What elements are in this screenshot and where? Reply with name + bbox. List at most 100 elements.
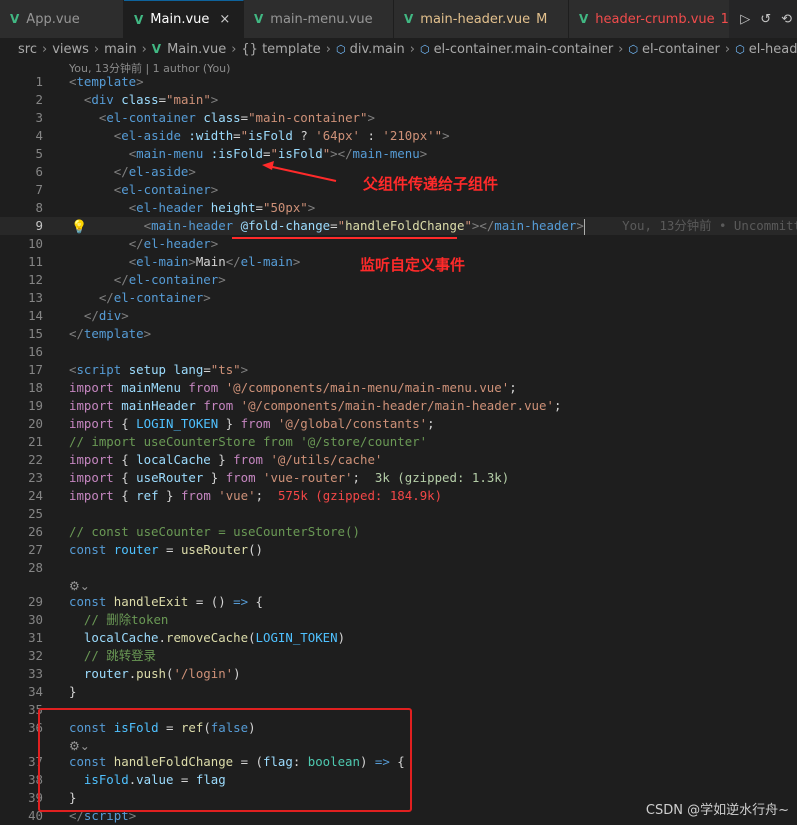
code-text[interactable]: <template> <box>69 73 144 91</box>
breadcrumb-item[interactable]: el-container.main-container <box>434 42 614 57</box>
breadcrumb-item[interactable]: views <box>52 42 89 57</box>
code-line[interactable]: 29 const handleExit = () => { <box>0 593 797 611</box>
element-icon: ⬡ <box>628 42 638 56</box>
tab-header-crumb-vue[interactable]: Vheader-crumb.vue 1, <box>569 0 739 38</box>
code-text[interactable]: </el-aside> <box>69 163 196 181</box>
breadcrumb-item[interactable]: {} template <box>241 42 320 57</box>
code-line[interactable]: 24 import { ref } from 'vue'; 575k (gzipp… <box>0 487 797 505</box>
code-line[interactable]: 18 import mainMenu from '@/components/mai… <box>0 379 797 397</box>
code-text[interactable]: <el-container> <box>69 181 218 199</box>
element-icon: ⬡ <box>735 42 745 56</box>
code-line[interactable]: 15 </template> <box>0 325 797 343</box>
vue-file-icon: V <box>404 12 414 26</box>
line-number: 24 <box>28 488 43 503</box>
code-line[interactable]: 4 <el-aside :width="isFold ? '64px' : '2… <box>0 127 797 145</box>
code-line[interactable]: 21 // import useCounterStore from '@/stor… <box>0 433 797 451</box>
code-text[interactable]: import { localCache } from '@/utils/cach… <box>69 451 382 469</box>
code-line[interactable]: 13 </el-container> <box>0 289 797 307</box>
code-text[interactable]: // import useCounterStore from '@/store/… <box>69 433 427 451</box>
code-line[interactable]: 16 <box>0 343 797 361</box>
code-text[interactable]: <main-header @fold-change="handleFoldCha… <box>69 217 797 235</box>
code-text[interactable]: </el-header> <box>69 235 219 253</box>
vue-file-icon: V <box>10 12 20 26</box>
annotation-parent-to-child: 父组件传递给子组件 <box>363 175 499 193</box>
code-text[interactable]: <script setup lang="ts"> <box>69 361 248 379</box>
code-line[interactable]: 25 <box>0 505 797 523</box>
timeline-icon[interactable]: ↺ <box>760 12 771 27</box>
compare-icon[interactable]: ⟲ <box>781 12 792 27</box>
code-line[interactable]: 1 <template> <box>0 73 797 91</box>
code-line[interactable]: 22 import { localCache } from '@/utils/ca… <box>0 451 797 469</box>
code-text[interactable]: // const useCounter = useCounterStore() <box>69 523 360 541</box>
code-text[interactable]: <main-menu :isFold="isFold"></main-menu> <box>69 145 427 163</box>
tab-label: main-header.vue <box>420 11 531 27</box>
code-text[interactable]: <div class="main"> <box>69 91 218 109</box>
code-text[interactable]: </template> <box>69 325 151 343</box>
code-text[interactable]: } <box>69 683 76 701</box>
code-line[interactable]: 23 import { useRouter } from 'vue-router'… <box>0 469 797 487</box>
watermark: CSDN @学如逆水行舟~ <box>645 803 789 818</box>
tab-main-header-vue[interactable]: Vmain-header.vue M <box>394 0 569 38</box>
code-line[interactable]: 19 import mainHeader from '@/components/m… <box>0 397 797 415</box>
code-text[interactable]: import { ref } from 'vue'; 575k (gzipped… <box>69 487 442 505</box>
code-text[interactable]: </div> <box>69 307 129 325</box>
breadcrumb-item[interactable]: div.main <box>350 42 405 57</box>
modified-badge: M <box>536 11 548 27</box>
code-text[interactable]: const handleExit = () => { <box>69 593 263 611</box>
code-text[interactable]: // 删除token <box>69 611 168 629</box>
close-icon[interactable]: × <box>219 12 230 27</box>
vue-file-icon: V <box>151 42 162 56</box>
breadcrumb-item[interactable]: src <box>18 42 37 57</box>
code-text[interactable]: localCache.removeCache(LOGIN_TOKEN) <box>69 629 345 647</box>
code-text[interactable]: </el-container> <box>69 289 211 307</box>
code-line[interactable]: 27 const router = useRouter() <box>0 541 797 559</box>
code-line[interactable]: 17 <script setup lang="ts"> <box>0 361 797 379</box>
annotation-highlight-box <box>38 708 412 812</box>
code-text[interactable]: // 跳转登录 <box>69 647 156 665</box>
code-text[interactable]: <el-aside :width="isFold ? '64px' : '210… <box>69 127 450 145</box>
code-line[interactable]: 3 <el-container class="main-container"> <box>0 109 797 127</box>
code-line[interactable]: 31 localCache.removeCache(LOGIN_TOKEN) <box>0 629 797 647</box>
code-line[interactable]: 28 <box>0 559 797 577</box>
line-number: 10 <box>28 236 43 251</box>
tab-app-vue[interactable]: V App.vue <box>0 0 124 38</box>
code-line[interactable]: 30 // 删除token <box>0 611 797 629</box>
line-number: 34 <box>28 684 43 699</box>
code-text[interactable]: </el-container> <box>69 271 226 289</box>
code-line[interactable]: 32 // 跳转登录 <box>0 647 797 665</box>
breadcrumb-item[interactable]: el-container <box>642 42 720 57</box>
run-icon[interactable]: ▷ <box>740 12 750 27</box>
code-text[interactable]: router.push('/login') <box>69 665 241 683</box>
line-number: 18 <box>28 380 43 395</box>
line-number: 7 <box>35 182 43 197</box>
line-number: 37 <box>28 754 43 769</box>
line-number: 30 <box>28 612 43 627</box>
code-text[interactable]: import mainHeader from '@/components/mai… <box>69 397 561 415</box>
code-line[interactable]: 26 // const useCounter = useCounterStore(… <box>0 523 797 541</box>
code-line[interactable]: 34} <box>0 683 797 701</box>
breadcrumb-item[interactable]: el-header <box>749 42 797 57</box>
code-text[interactable]: import mainMenu from '@/components/main-… <box>69 379 517 397</box>
code-text[interactable]: <el-container class="main-container"> <box>69 109 375 127</box>
line-number: 27 <box>28 542 43 557</box>
import-cost: 575k (gzipped: 184.9k) <box>277 488 443 503</box>
code-text[interactable]: const router = useRouter() <box>69 541 263 559</box>
code-line[interactable]: 8 <el-header height="50px"> <box>0 199 797 217</box>
tab-main-menu-vue[interactable]: Vmain-menu.vue <box>244 0 394 38</box>
editor-actions: ▷ ↺ ⟲ <box>729 0 797 38</box>
tab-main-vue[interactable]: V Main.vue × <box>124 0 244 38</box>
code-text[interactable]: import { LOGIN_TOKEN } from '@/global/co… <box>69 415 435 433</box>
code-line[interactable]: 14 </div> <box>0 307 797 325</box>
code-line[interactable]: 5 <main-menu :isFold="isFold"></main-men… <box>0 145 797 163</box>
code-line[interactable]: 20 import { LOGIN_TOKEN } from '@/global/… <box>0 415 797 433</box>
code-line[interactable]: 33 router.push('/login') <box>0 665 797 683</box>
line-number: 1 <box>35 74 43 89</box>
breadcrumb-item[interactable]: Main.vue <box>167 42 226 57</box>
code-line[interactable]: 2 <div class="main"> <box>0 91 797 109</box>
code-text[interactable]: <el-main>Main</el-main> <box>69 253 301 271</box>
code-line-current[interactable]: 9 💡 <main-header @fold-change="handleFold… <box>0 217 797 235</box>
code-text[interactable]: import { useRouter } from 'vue-router'; … <box>69 469 509 487</box>
code-text[interactable]: <el-header height="50px"> <box>69 199 316 217</box>
breadcrumb-item[interactable]: main <box>104 42 136 57</box>
codelens-row[interactable]: ⚙⌄ <box>0 577 797 593</box>
